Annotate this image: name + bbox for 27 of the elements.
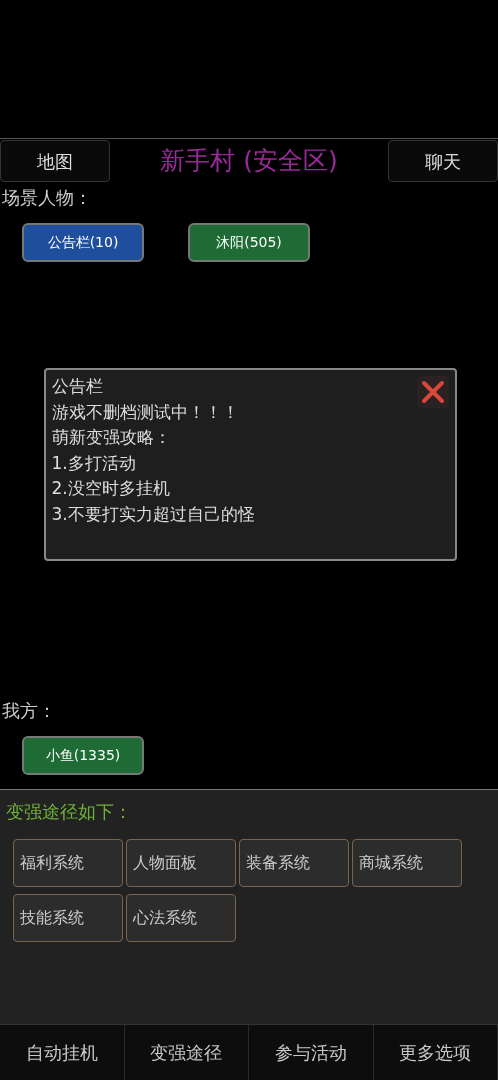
system-button[interactable]: 人物面板 [126, 839, 236, 887]
bottom-tab[interactable]: 参与活动 [249, 1025, 374, 1080]
notice-line: 3.不要打实力超过自己的怪 [51, 502, 256, 526]
paths-heading: 变强途径如下： [6, 800, 133, 824]
notice-line: 游戏不删档测试中！！！ [51, 400, 240, 424]
section-label: 我方： [2, 700, 56, 721]
location-title: 新手村 (安全区) [160, 144, 338, 177]
notice-title: 公告栏 [51, 375, 103, 398]
character-button[interactable]: 公告栏(10) [22, 223, 144, 262]
bottom-tab[interactable]: 变强途径 [124, 1025, 249, 1080]
notice-line: 2.没空时多挂机 [51, 477, 171, 500]
system-button[interactable]: 技能系统 [13, 894, 123, 942]
close-icon [420, 380, 445, 404]
character-button[interactable]: 沐阳(505) [188, 223, 310, 262]
bottom-tab[interactable]: 自动挂机 [0, 1025, 125, 1080]
chat-button[interactable]: 聊天 [388, 140, 498, 182]
close-button[interactable] [416, 376, 449, 408]
system-button[interactable]: 心法系统 [126, 894, 236, 942]
notice-line: 萌新变强攻略： [51, 426, 172, 449]
map-button[interactable]: 地图 [0, 140, 110, 182]
notice-line: 1.多打活动 [51, 451, 137, 475]
section-label: 场景人物： [2, 187, 92, 208]
system-button[interactable]: 商城系统 [352, 839, 462, 887]
character-button[interactable]: 小鱼(1335) [22, 736, 144, 775]
system-button[interactable]: 福利系统 [13, 839, 123, 887]
bottom-tab[interactable]: 更多选项 [373, 1025, 498, 1080]
system-button[interactable]: 装备系统 [239, 839, 349, 887]
